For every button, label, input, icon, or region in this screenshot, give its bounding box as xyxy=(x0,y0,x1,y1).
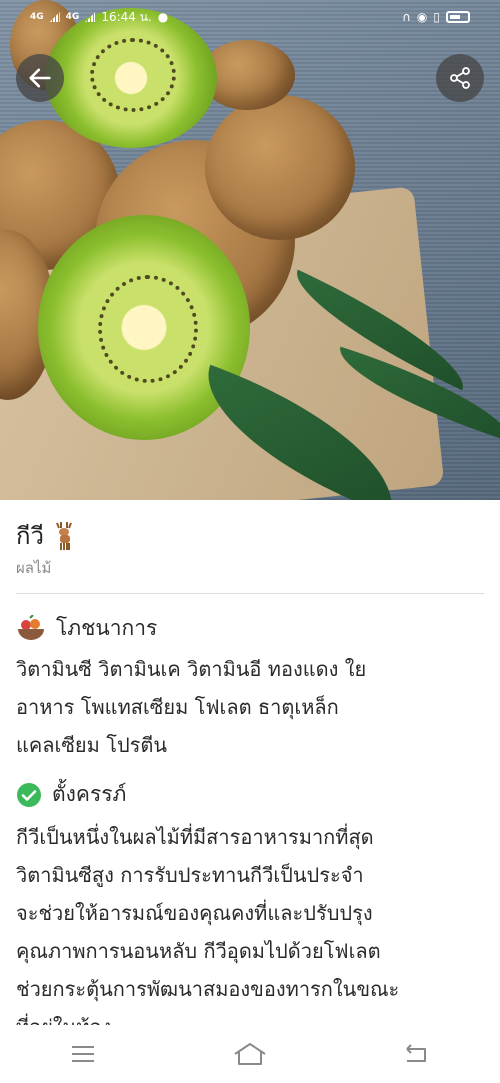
fruit-bowl-icon xyxy=(18,614,44,640)
kiwi-whole xyxy=(205,95,355,240)
nutrition-text: วิตามินซี วิตามินเค วิตามินอี ทองแดง ใย … xyxy=(16,650,486,764)
back-nav-icon xyxy=(405,1044,426,1062)
nutrition-heading-label: โภชนาการ xyxy=(56,616,158,640)
text-line: อาหาร โพแทสเซียม โฟเลต ธาตุเหล็ก xyxy=(16,695,339,719)
clock: 16:44 น. xyxy=(101,9,152,24)
headphones-icon: ∩ xyxy=(402,10,411,24)
system-nav-bar xyxy=(0,1025,500,1083)
text-line: คุณภาพการนอนหลับ กีวีอุดมไปด้วยโฟเลต xyxy=(16,939,381,963)
signal-icon xyxy=(49,12,60,22)
battery-icon xyxy=(446,11,470,23)
nutrition-heading: โภชนาการ xyxy=(16,612,157,645)
pregnancy-heading: ตั้งครรภ์ xyxy=(16,778,126,811)
menu-icon xyxy=(72,1046,95,1062)
divider xyxy=(16,593,484,594)
share-icon xyxy=(450,67,470,89)
category-label: ผลไม้ xyxy=(16,559,52,577)
check-circle-icon xyxy=(17,782,41,807)
pregnancy-text: กีวีเป็นหนึ่งในผลไม้ที่มีสารอาหารมากที่ส… xyxy=(16,818,486,1046)
arrow-left-icon xyxy=(29,68,51,88)
signal-icon xyxy=(85,12,96,22)
network-label: 4G xyxy=(65,12,80,22)
alarm-icon: ◉ xyxy=(416,10,428,24)
text-line: กีวีเป็นหนึ่งในผลไม้ที่มีสารอาหารมากที่ส… xyxy=(16,825,374,849)
network-label: 4G xyxy=(30,12,44,22)
menu-button[interactable] xyxy=(53,1034,113,1074)
text-line: แคลเซียม โปรตีน xyxy=(16,733,168,757)
text-line: วิตามินซีสูง การรับประทานกีวีเป็นประจำ xyxy=(16,863,364,887)
deer-icon xyxy=(56,521,72,550)
hero-image: 4G 4G 16:44 น. ● ∩ ◉ ▯ xyxy=(0,0,500,500)
vibrate-icon: ▯ xyxy=(433,10,440,24)
text-line: ช่วยกระตุ้นการพัฒนาสมองของทารกในขณะ xyxy=(16,977,400,1001)
text-line: จะช่วยให้อารมณ์ของคุณคงที่และปรับปรุง xyxy=(16,901,373,925)
page-title: กีวี xyxy=(16,522,45,550)
back-nav-button[interactable] xyxy=(387,1034,447,1074)
status-bar: 4G 4G 16:44 น. ● ∩ ◉ ▯ xyxy=(0,0,500,34)
title-row: กีวี xyxy=(16,516,78,555)
messenger-icon: ● xyxy=(157,10,169,24)
text-line: วิตามินซี วิตามินเค วิตามินอี ทองแดง ใย xyxy=(16,657,367,681)
home-icon xyxy=(234,1043,266,1065)
back-button[interactable] xyxy=(16,54,64,102)
home-button[interactable] xyxy=(220,1034,280,1074)
pregnancy-heading-label: ตั้งครรภ์ xyxy=(52,782,127,806)
share-button[interactable] xyxy=(436,54,484,102)
